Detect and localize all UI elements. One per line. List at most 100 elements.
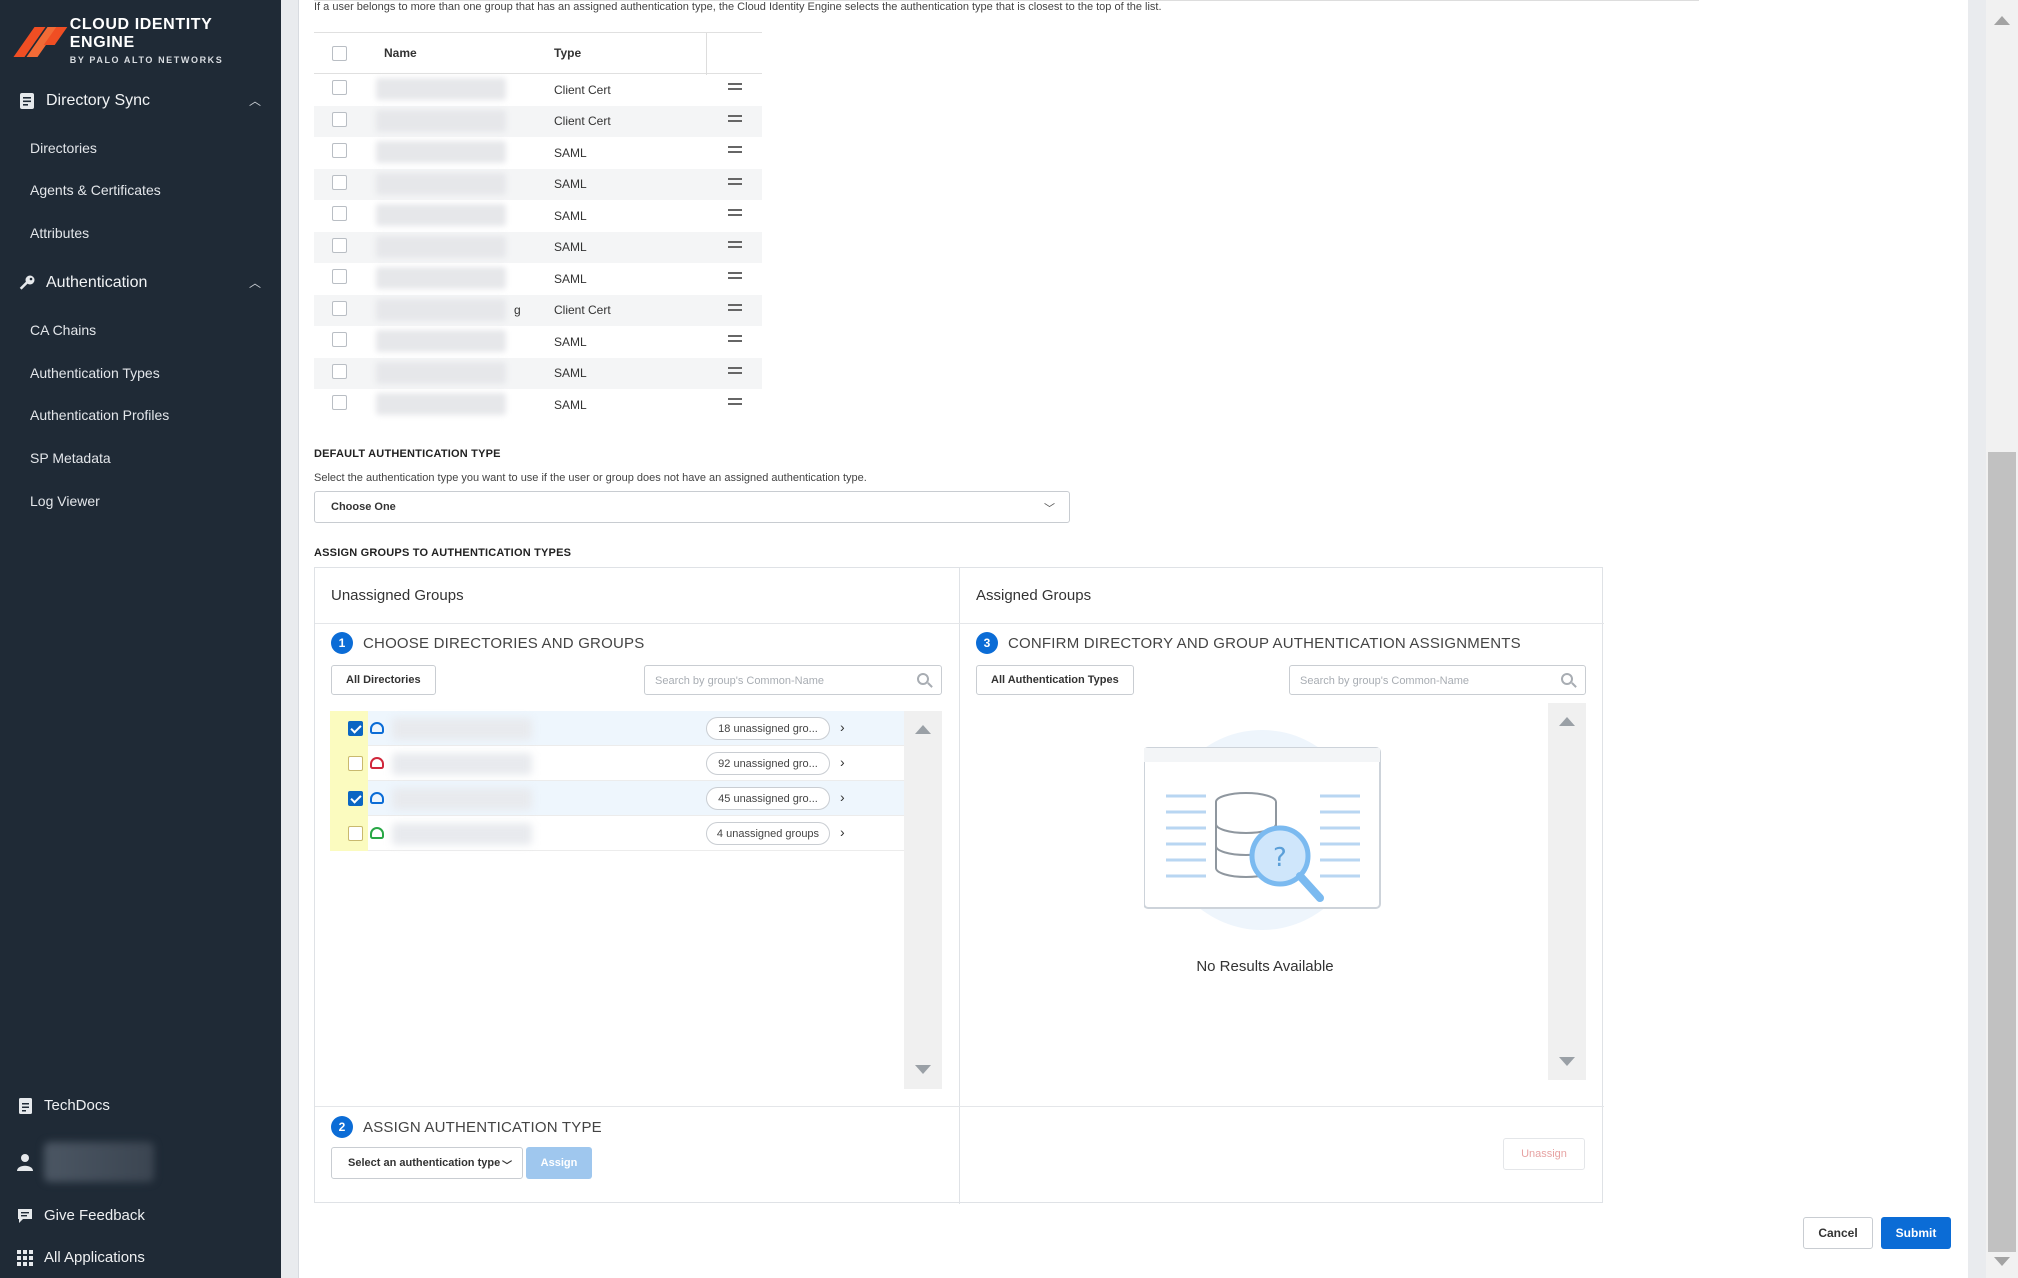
assign-button[interactable]: Assign <box>526 1147 592 1179</box>
scroll-down-icon[interactable] <box>1559 1057 1575 1066</box>
drag-handle-icon[interactable] <box>728 83 742 93</box>
select-all-checkbox[interactable] <box>332 45 347 61</box>
directory-checkbox[interactable] <box>348 826 363 841</box>
row-checkbox[interactable] <box>332 174 347 190</box>
row-type: SAML <box>554 397 587 412</box>
sidebar-item-all-applications[interactable]: All Applications <box>16 1249 145 1266</box>
drag-handle-icon[interactable] <box>728 366 742 377</box>
sidebar-item-log-viewer[interactable]: Log Viewer <box>30 489 100 513</box>
row-checkbox[interactable] <box>332 363 347 379</box>
all-directories-button[interactable]: All Directories <box>331 665 436 695</box>
scroll-down-icon[interactable] <box>1994 1257 2010 1266</box>
scroll-up-icon[interactable] <box>1994 16 2010 25</box>
sidebar-item-attributes[interactable]: Attributes <box>30 221 89 245</box>
default-auth-title: DEFAULT AUTHENTICATION TYPE <box>314 448 501 460</box>
table-row[interactable]: g Client Cert <box>314 294 762 326</box>
assigned-list-scrollbar[interactable] <box>1548 703 1586 1080</box>
directory-checkbox[interactable] <box>348 756 363 771</box>
row-checkbox[interactable] <box>332 269 347 284</box>
submit-button[interactable]: Submit <box>1881 1217 1951 1249</box>
scroll-up-icon[interactable] <box>1559 717 1575 726</box>
chevron-right-icon[interactable]: › <box>840 719 845 735</box>
drag-handle-icon[interactable] <box>728 209 742 219</box>
sidebar-item-ca-chains[interactable]: CA Chains <box>30 318 96 342</box>
table-row[interactable]: SAML <box>314 137 762 169</box>
brand[interactable]: CLOUD IDENTITY ENGINE BY PALO ALTO NETWO… <box>13 16 281 65</box>
scroll-down-icon[interactable] <box>915 1065 931 1074</box>
list-item[interactable]: 18 unassigned gro... › <box>330 711 904 746</box>
status-gauge-icon <box>370 757 384 769</box>
drag-handle-icon[interactable] <box>728 335 742 345</box>
panel-divider <box>959 568 960 1204</box>
drag-handle-icon[interactable] <box>728 177 742 188</box>
list-item[interactable]: 92 unassigned gro... › <box>330 746 904 781</box>
list-item[interactable]: 45 unassigned gro... › <box>330 781 904 816</box>
group-name-redacted <box>376 172 506 195</box>
all-auth-types-button[interactable]: All Authentication Types <box>976 665 1134 695</box>
chevron-up-icon[interactable]: ︿ <box>249 274 261 291</box>
scrollbar-thumb[interactable] <box>1988 452 2016 1252</box>
row-type: SAML <box>554 271 587 286</box>
table-row[interactable]: SAML <box>314 326 762 358</box>
table-row[interactable]: Client Cert <box>314 105 762 137</box>
grid-icon <box>16 1249 34 1266</box>
sidebar-item-directories[interactable]: Directories <box>30 136 97 160</box>
table-row[interactable]: SAML <box>314 200 762 232</box>
step-choose-directories: 1 CHOOSE DIRECTORIES AND GROUPS <box>331 632 644 654</box>
sidebar-item-give-feedback[interactable]: Give Feedback <box>16 1207 145 1224</box>
user-profile[interactable] <box>16 1142 154 1182</box>
table-row[interactable]: SAML <box>314 263 762 295</box>
row-checkbox[interactable] <box>332 332 347 347</box>
sidebar-item-authentication-types[interactable]: Authentication Types <box>30 361 160 385</box>
step-label: CONFIRM DIRECTORY AND GROUP AUTHENTICATI… <box>1008 634 1521 652</box>
sidebar-item-sp-metadata[interactable]: SP Metadata <box>30 446 111 470</box>
brand-subtitle: BY PALO ALTO NETWORKS <box>69 55 224 65</box>
table-row[interactable]: SAML <box>314 357 762 389</box>
sidebar-item-techdocs[interactable]: TechDocs <box>16 1097 110 1114</box>
directory-checkbox[interactable] <box>348 791 363 806</box>
unassign-button[interactable]: Unassign <box>1503 1138 1585 1170</box>
chevron-right-icon[interactable]: › <box>840 789 845 805</box>
directory-checkbox[interactable] <box>348 721 363 736</box>
row-checkbox[interactable] <box>332 111 347 127</box>
page-scrollbar[interactable] <box>1986 0 2018 1278</box>
group-name-redacted <box>376 267 506 289</box>
auth-type-select[interactable]: Select an authentication type ﹀ <box>331 1147 523 1179</box>
directory-list-scrollbar[interactable] <box>904 711 942 1089</box>
sidebar-item-authentication-profiles[interactable]: Authentication Profiles <box>30 403 169 427</box>
unassigned-groups-title: Unassigned Groups <box>331 587 464 604</box>
drag-handle-icon[interactable] <box>728 398 742 408</box>
drag-handle-icon[interactable] <box>728 114 742 125</box>
cancel-button[interactable]: Cancel <box>1803 1217 1873 1249</box>
assigned-search-input[interactable]: Search by group's Common-Name <box>1289 665 1586 695</box>
scroll-up-icon[interactable] <box>915 725 931 734</box>
divider <box>315 623 1604 624</box>
drag-handle-icon[interactable] <box>728 146 742 156</box>
row-checkbox[interactable] <box>332 143 347 158</box>
drag-handle-icon[interactable] <box>728 303 742 314</box>
row-checkbox[interactable] <box>332 80 347 95</box>
drag-handle-icon[interactable] <box>728 272 742 282</box>
row-type: SAML <box>554 366 587 381</box>
drag-handle-icon[interactable] <box>728 240 742 251</box>
table-row[interactable]: Client Cert <box>314 74 762 106</box>
chevron-up-icon[interactable]: ︿ <box>249 92 261 109</box>
list-item[interactable]: 4 unassigned groups › <box>330 816 904 851</box>
row-checkbox[interactable] <box>332 206 347 221</box>
default-auth-select[interactable]: Choose One ﹀ <box>314 491 1070 523</box>
unassigned-count-badge: 18 unassigned gro... <box>706 717 830 740</box>
table-row[interactable]: SAML <box>314 389 762 421</box>
table-row[interactable]: SAML <box>314 231 762 263</box>
sidebar-section-directory-sync[interactable]: Directory Sync ︿ <box>0 84 281 118</box>
sidebar-item-agents-certificates[interactable]: Agents & Certificates <box>30 178 161 202</box>
row-checkbox[interactable] <box>332 395 347 410</box>
row-checkbox[interactable] <box>332 237 347 253</box>
unassigned-search-input[interactable]: Search by group's Common-Name <box>644 665 942 695</box>
chevron-right-icon[interactable]: › <box>840 754 845 770</box>
table-row[interactable]: SAML <box>314 168 762 200</box>
row-checkbox[interactable] <box>332 300 347 316</box>
sidebar-section-authentication[interactable]: Authentication ︿ <box>0 266 281 300</box>
step-number: 1 <box>331 632 353 654</box>
group-name-redacted <box>376 109 506 132</box>
chevron-right-icon[interactable]: › <box>840 824 845 840</box>
